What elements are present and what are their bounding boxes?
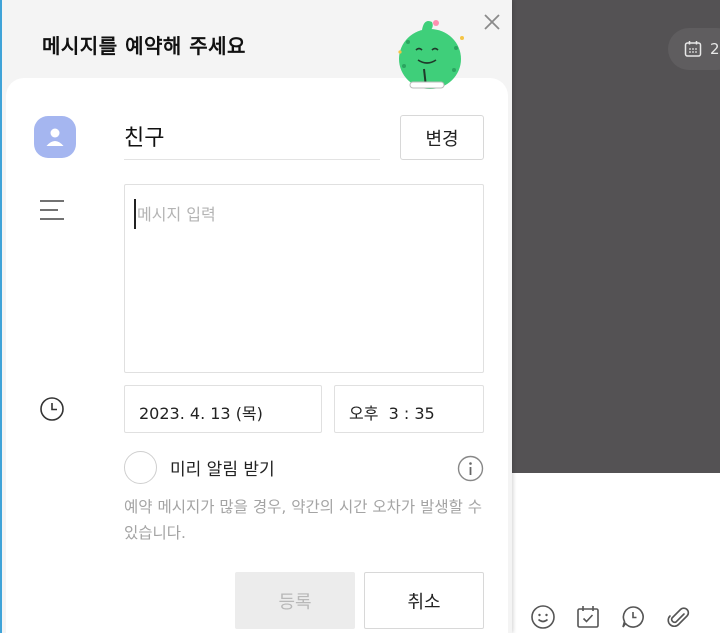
chat-background <box>512 0 720 473</box>
date-chip[interactable]: 2 <box>668 28 720 70</box>
recipient-name: 친구 <box>124 118 380 160</box>
notice-text: 예약 메시지가 많을 경우, 약간의 시간 오차가 발생할 수 있습니다. <box>124 498 483 542</box>
close-icon[interactable] <box>480 10 504 34</box>
message-input[interactable] <box>124 184 484 373</box>
change-recipient-button[interactable]: 변경 <box>400 115 484 160</box>
cancel-button[interactable]: 취소 <box>364 572 484 629</box>
calendar-check-icon[interactable] <box>575 604 601 630</box>
mascot-character <box>398 20 464 89</box>
date-picker[interactable]: 2023. 4. 13 (목) <box>124 385 322 433</box>
reminder-checkbox[interactable] <box>124 451 157 484</box>
dialog-title: 메시지를 예약해 주세요 <box>42 34 246 58</box>
info-icon[interactable] <box>457 455 484 482</box>
avatar <box>34 116 76 158</box>
emoji-icon[interactable] <box>530 604 556 630</box>
submit-button[interactable]: 등록 <box>235 572 355 629</box>
clock-icon <box>40 397 64 421</box>
chat-toolbar <box>530 604 691 630</box>
user-avatar-icon <box>46 128 64 146</box>
time-picker[interactable]: 오후 3 : 35 <box>334 385 484 433</box>
reminder-label: 미리 알림 받기 <box>170 460 275 480</box>
schedule-message-dialog: 메시지를 예약해 주세요 친구 변경 2023. 4. 13 (목) 오후 3 … <box>0 0 512 633</box>
paperclip-icon[interactable] <box>665 604 691 630</box>
date-chip-text: 2 <box>710 40 720 58</box>
text-caret <box>134 199 136 229</box>
chat-bubble-icon[interactable] <box>620 604 646 630</box>
calendar-icon <box>684 41 702 57</box>
lines-icon <box>40 200 64 220</box>
